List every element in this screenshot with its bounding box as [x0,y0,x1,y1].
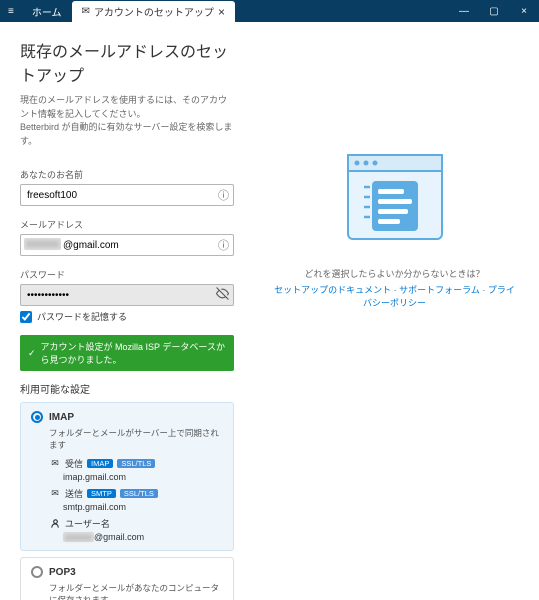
window-controls: — ▢ × [449,0,539,22]
tab-label: アカウントのセットアップ [94,4,214,19]
minimize-button[interactable]: — [449,0,479,22]
tab-home[interactable]: ホーム [22,1,72,22]
radio-imap[interactable] [31,411,43,423]
close-icon[interactable]: × [218,5,225,19]
help-question: どれを選択したらよいか分からないときは？ [304,267,484,280]
protocol-badge: SMTP [87,489,116,498]
info-icon[interactable]: ⓘ [218,237,229,253]
email-label: メールアドレス [20,218,234,231]
available-settings-label: 利用可能な設定 [20,381,234,396]
name-input[interactable] [20,184,234,206]
close-button[interactable]: × [509,0,539,22]
forum-link[interactable]: サポートフォーラム [399,285,480,295]
password-label: パスワード [20,268,234,281]
option-title: POP3 [49,567,76,578]
protocol-badge: IMAP [87,459,113,468]
option-title: IMAP [49,412,74,423]
setup-form: 既存のメールアドレスのセットアップ 現在のメールアドレスを使用するには、そのアカ… [0,22,250,600]
ssl-badge: SSL/TLS [117,459,155,468]
option-imap[interactable]: IMAP フォルダーとメールがサーバー上で同期されます ✉ 受信 IMAP SS… [20,402,234,551]
tabs: ホーム ✉ アカウントのセットアップ × [22,0,235,22]
password-input[interactable] [20,284,234,306]
option-pop3[interactable]: POP3 フォルダーとメールがあなたのコンピュータに保存されます [20,557,234,600]
help-panel: どれを選択したらよいか分からないときは？ セットアップのドキュメント · サポー… [250,22,539,600]
app-menu-button[interactable]: ≡ [0,0,22,22]
ssl-badge: SSL/TLS [120,489,158,498]
page-subtitle: 現在のメールアドレスを使用するには、そのアカウント情報を記入してください。 Be… [20,94,234,148]
user-icon [49,518,61,529]
browser-illustration-icon [340,147,450,247]
inbox-icon: ✉ [49,458,61,469]
option-desc: フォルダーとメールがサーバー上で同期されます [49,427,223,451]
masked-text: xxxxxx [24,238,61,250]
titlebar: ≡ ホーム ✉ アカウントのセットアップ × — ▢ × [0,0,539,22]
page-title: 既存のメールアドレスのセットアップ [20,38,234,86]
username-value: xxxxxx@gmail.com [63,532,223,542]
eye-crossed-icon[interactable] [216,287,229,303]
remember-checkbox[interactable] [20,311,32,323]
maximize-button[interactable]: ▢ [479,0,509,22]
name-label: あなたのお名前 [20,168,234,181]
radio-pop3[interactable] [31,566,43,578]
tab-account-setup[interactable]: ✉ アカウントのセットアップ × [72,1,235,22]
mail-icon: ✉ [82,6,90,17]
info-icon[interactable]: ⓘ [218,187,229,203]
remember-label: パスワードを記憶する [37,310,127,323]
option-desc: フォルダーとメールがあなたのコンピュータに保存されます [49,582,223,600]
docs-link[interactable]: セットアップのドキュメント [274,285,391,295]
incoming-server: imap.gmail.com [63,472,223,482]
send-icon: ✉ [49,488,61,499]
help-links: セットアップのドキュメント · サポートフォーラム · プライバシーポリシー [270,283,519,309]
check-icon: ✓ [28,348,36,359]
tab-label: ホーム [32,4,62,19]
success-banner: ✓ アカウント設定が Mozilla ISP データベースから見つかりました。 [20,335,234,371]
outgoing-server: smtp.gmail.com [63,502,223,512]
